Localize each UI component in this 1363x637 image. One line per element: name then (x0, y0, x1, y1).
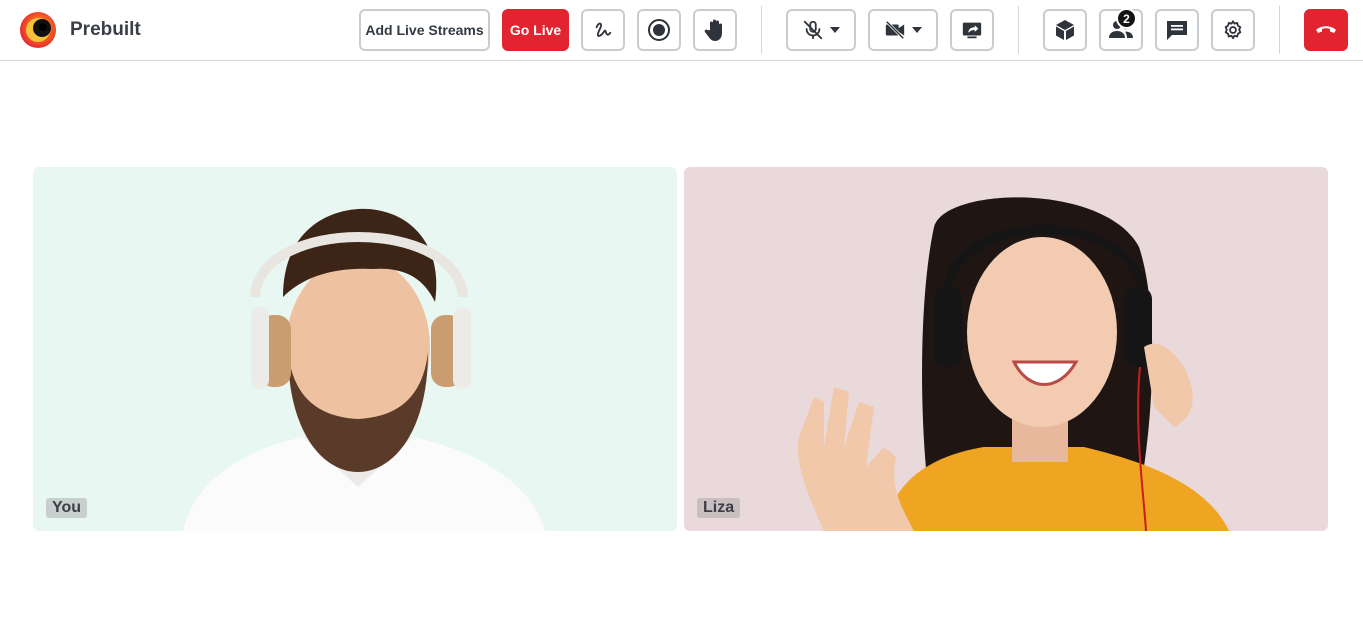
toolbar-divider (761, 6, 762, 54)
mic-toggle-button[interactable] (786, 9, 856, 51)
settings-button[interactable] (1211, 9, 1255, 51)
cube-icon (1053, 18, 1077, 42)
screen-share-icon (961, 19, 983, 41)
participant-tile-you[interactable]: You (33, 167, 677, 531)
gear-icon (1222, 19, 1244, 41)
record-button[interactable] (637, 9, 681, 51)
participant-tile-liza[interactable]: Liza (684, 167, 1328, 531)
whiteboard-icon (592, 19, 614, 41)
top-toolbar: Prebuilt Add Live Streams Go Live 2 (0, 0, 1363, 61)
go-live-button[interactable]: Go Live (502, 9, 569, 51)
chat-icon (1165, 18, 1189, 42)
camera-toggle-button[interactable] (868, 9, 938, 51)
add-live-streams-button[interactable]: Add Live Streams (359, 9, 490, 51)
chat-button[interactable] (1155, 9, 1199, 51)
mic-off-icon (802, 19, 824, 41)
leave-call-button[interactable] (1304, 9, 1348, 51)
add-live-streams-label: Add Live Streams (365, 22, 484, 38)
participant-video-you (183, 208, 545, 531)
participants-button[interactable]: 2 (1099, 8, 1143, 51)
participants-count-badge: 2 (1116, 8, 1137, 29)
camera-off-icon (884, 19, 906, 41)
raise-hand-button[interactable] (693, 9, 737, 51)
logo (19, 11, 57, 49)
hang-up-icon (1314, 23, 1338, 37)
whiteboard-button[interactable] (581, 9, 625, 51)
record-icon (647, 18, 671, 42)
chevron-down-icon[interactable] (830, 27, 840, 33)
brand-name: Prebuilt (70, 19, 141, 40)
toolbar-divider (1018, 6, 1019, 54)
chevron-down-icon[interactable] (912, 27, 922, 33)
apps-button[interactable] (1043, 9, 1087, 51)
participant-video-liza (797, 197, 1229, 531)
go-live-label: Go Live (509, 22, 562, 38)
screen-share-button[interactable] (950, 9, 994, 51)
participant-name-tag: Liza (697, 498, 741, 518)
brand: Prebuilt (19, 11, 141, 49)
toolbar-divider (1279, 6, 1280, 54)
raise-hand-icon (704, 18, 726, 42)
participant-name-tag: You (46, 498, 88, 518)
